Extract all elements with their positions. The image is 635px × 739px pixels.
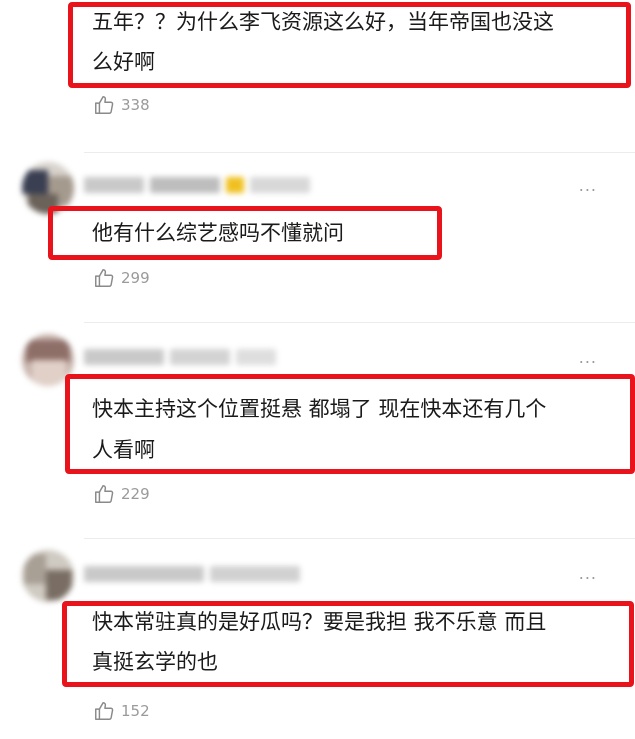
comment-text-line: 快本常驻真的是好瓜吗？要是我担 我不乐意 而且 — [92, 610, 547, 634]
comment-text-line: 他有什么综艺感吗不懂就问 — [92, 221, 344, 245]
like-button[interactable]: 229 — [93, 483, 150, 505]
thumbs-up-icon — [95, 96, 114, 114]
comment-text-line: 快本主持这个位置挺悬 都塌了 现在快本还有几个 — [92, 397, 547, 421]
username-blurred[interactable] — [84, 563, 300, 585]
like-count: 152 — [121, 702, 150, 720]
comment-text-line: 五年？？为什么李飞资源这么好，当年帝国也没这 — [92, 10, 554, 34]
avatar[interactable] — [22, 550, 74, 602]
more-dots-icon[interactable]: ... — [579, 348, 597, 367]
like-button[interactable]: 152 — [93, 700, 150, 722]
like-button[interactable]: 338 — [93, 94, 150, 116]
comment-text-line: 人看啊 — [92, 438, 155, 462]
divider — [84, 322, 635, 323]
thumbs-up-icon — [95, 485, 114, 503]
divider — [84, 152, 635, 153]
username-blurred[interactable] — [84, 174, 310, 196]
comment-text-line: 真挺玄学的也 — [92, 650, 218, 674]
more-dots-icon[interactable]: ... — [579, 564, 597, 583]
like-count: 229 — [121, 485, 150, 503]
more-dots-icon[interactable]: ... — [579, 176, 597, 195]
like-button[interactable]: 299 — [93, 267, 150, 289]
thumbs-up-icon — [95, 702, 114, 720]
username-blurred[interactable] — [84, 346, 276, 368]
like-count: 338 — [121, 96, 150, 114]
like-count: 299 — [121, 269, 150, 287]
divider — [84, 538, 635, 539]
comment-text-line: 么好啊 — [92, 50, 155, 74]
thumbs-up-icon — [95, 269, 114, 287]
